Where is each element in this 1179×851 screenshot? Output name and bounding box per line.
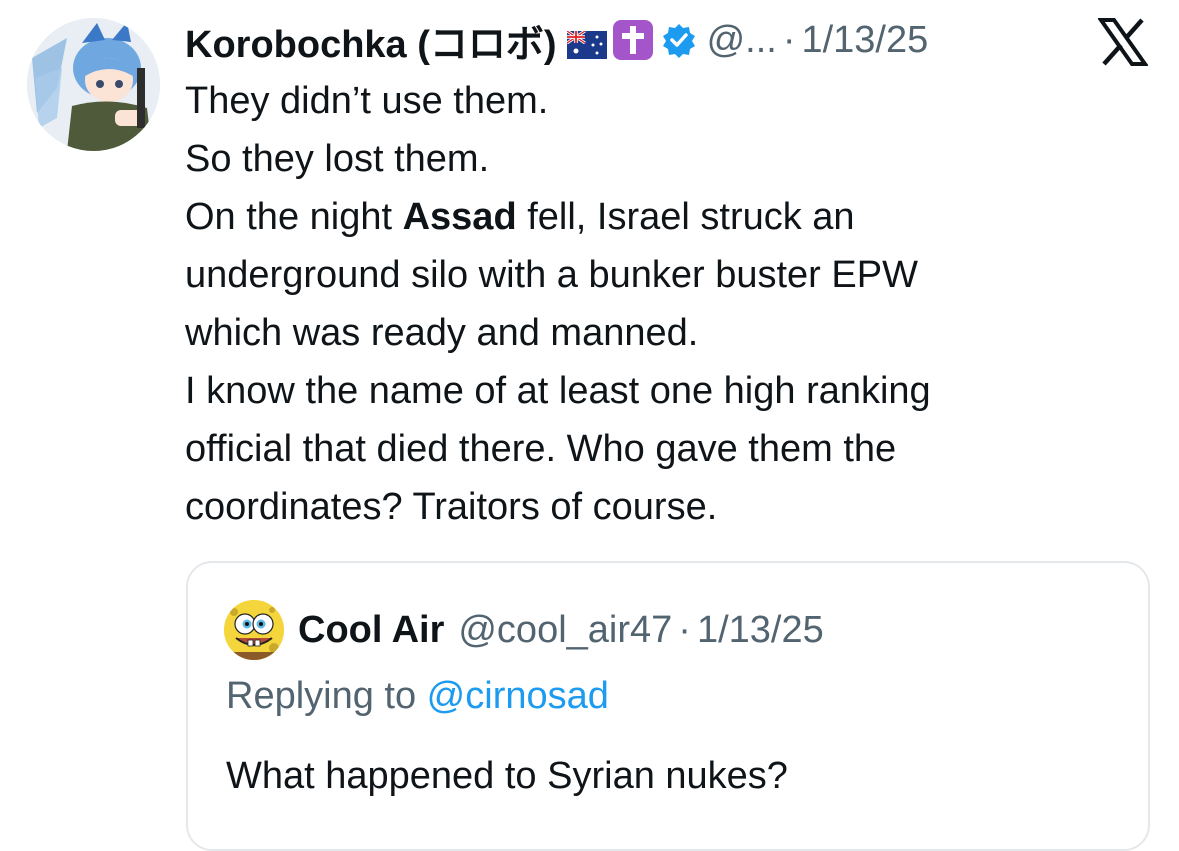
quoted-author-handle[interactable]: @cool_air47 — [458, 609, 672, 652]
author-avatar[interactable] — [27, 18, 160, 151]
tweet-text-line: coordinates? Traitors of course. — [185, 486, 718, 528]
replying-to-mention-link[interactable]: @cirnosad — [427, 675, 609, 717]
quoted-tweet-text: What happened to Syrian nukes? — [226, 755, 788, 797]
quoted-tweet-date[interactable]: 1/13/25 — [697, 609, 824, 652]
author-handle[interactable]: @... — [707, 19, 777, 62]
tweet-text-line: On the night Assad fell, Israel struck a… — [185, 188, 1115, 246]
separator-dot: · — [782, 18, 796, 61]
tweet-text-segment: fell, Israel struck an — [516, 196, 855, 238]
separator-dot: · — [678, 608, 691, 651]
tweet-body: They didn’t use them. So they lost them.… — [185, 72, 1115, 536]
tweet-text-line: which was ready and manned. — [185, 312, 699, 354]
x-logo-icon[interactable] — [1097, 18, 1149, 66]
replying-to-line: Replying to @cirnosad — [226, 675, 609, 718]
tweet-date[interactable]: 1/13/25 — [801, 19, 928, 62]
quoted-tweet-card[interactable]: Cool Air @cool_air47 · 1/13/25 Replying … — [186, 561, 1150, 851]
quoted-tweet-header: Cool Air @cool_air47 · 1/13/25 — [224, 599, 824, 661]
tweet-text-line: underground silo with a bunker buster EP… — [185, 254, 918, 296]
tweet-text-line: They didn’t use them. — [185, 80, 549, 122]
replying-to-label: Replying to — [226, 675, 427, 717]
australia-flag-icon — [565, 26, 607, 59]
tweet-text-segment: On the night — [185, 196, 403, 238]
spongebob-avatar-icon[interactable] — [224, 600, 284, 660]
author-display-name[interactable]: Korobochka (コロボ) — [185, 13, 557, 68]
tweet-text-line: So they lost them. — [185, 138, 490, 180]
anime-character-avatar-icon — [27, 18, 160, 151]
latin-cross-icon — [612, 20, 653, 60]
tweet-header: Korobochka (コロボ) @... · 1/13/25 — [185, 14, 928, 66]
tweet-text-line: official that died there. Who gave them … — [185, 428, 897, 470]
tweet-text-bold: Assad — [402, 196, 517, 238]
tweet-text-line: I know the name of at least one high ran… — [185, 370, 931, 412]
verified-badge-icon — [661, 22, 697, 58]
quoted-author-name[interactable]: Cool Air — [298, 609, 444, 652]
